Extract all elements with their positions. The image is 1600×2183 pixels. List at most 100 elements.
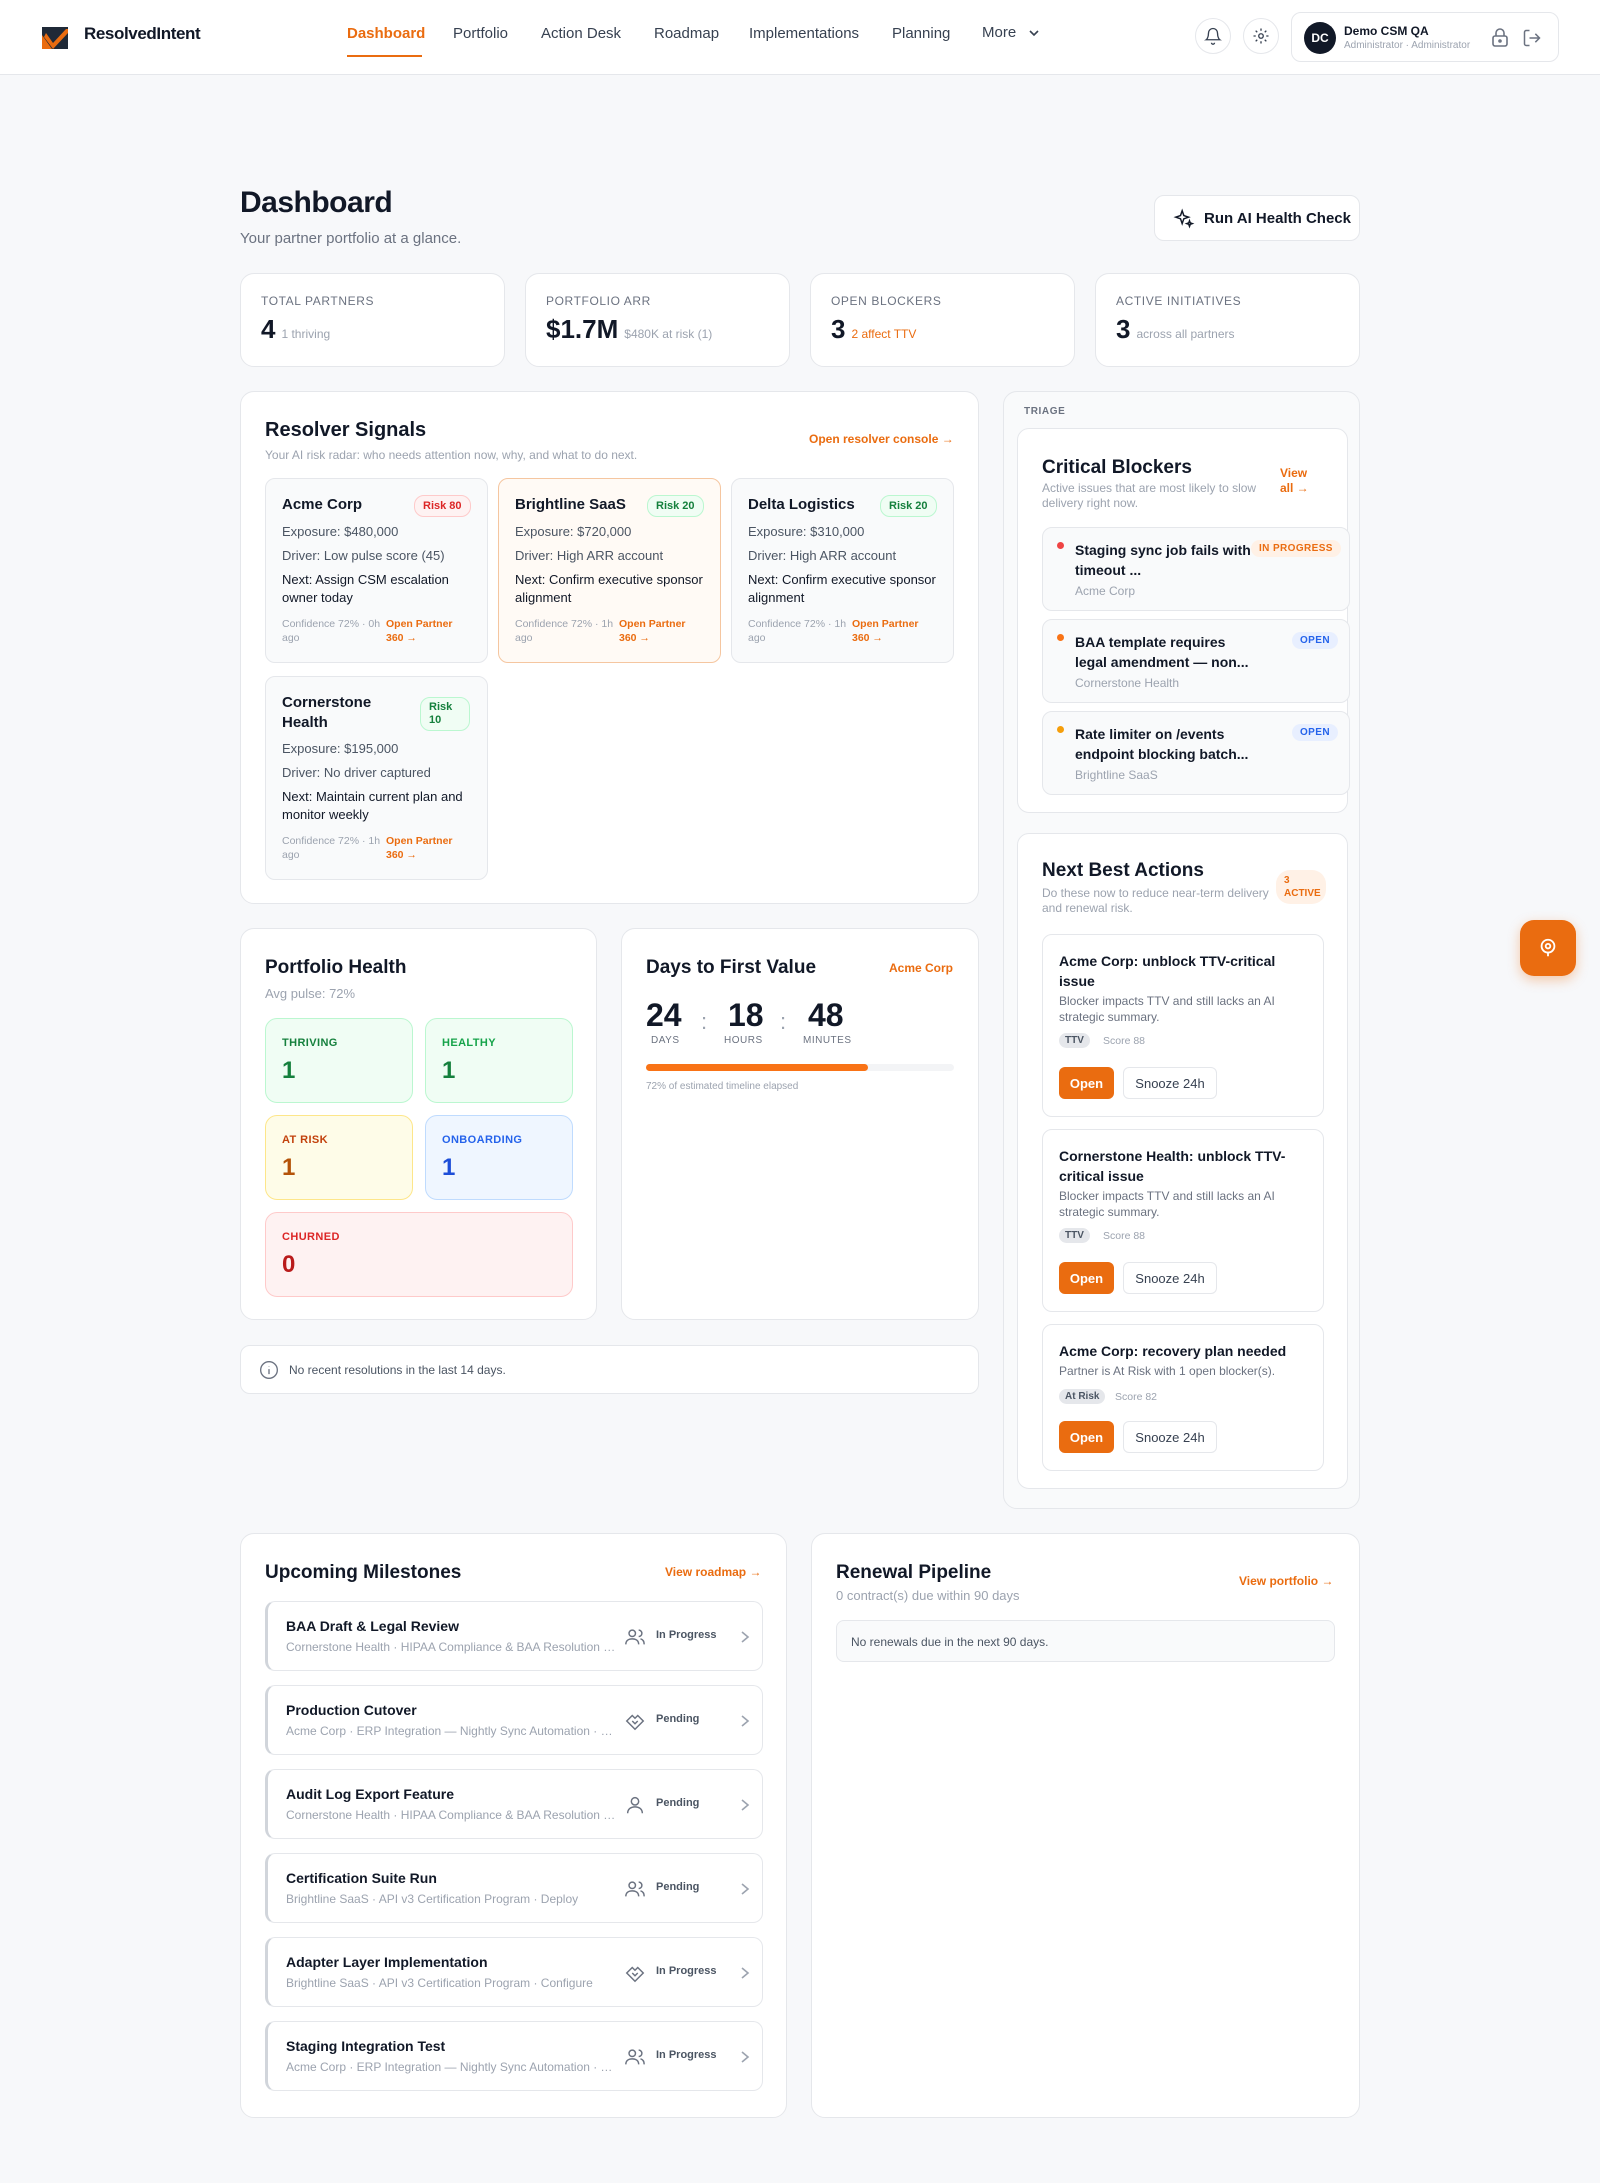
blocker-company: Acme Corp bbox=[1075, 584, 1136, 598]
view-all-blockers-link[interactable]: View all → bbox=[1280, 466, 1320, 496]
bucket-label: AT RISK bbox=[282, 1134, 328, 1146]
gear-icon bbox=[1253, 28, 1269, 44]
view-roadmap-link[interactable]: View roadmap → bbox=[665, 1565, 761, 1579]
milestone-row[interactable]: Adapter Layer Implementation Brightline S… bbox=[265, 1937, 763, 2007]
open-action-button[interactable]: Open bbox=[1059, 1421, 1114, 1453]
view-portfolio-link[interactable]: View portfolio → bbox=[1239, 1574, 1333, 1588]
nav-dashboard[interactable]: Dashboard bbox=[347, 25, 425, 42]
chevron-down-icon bbox=[1029, 30, 1039, 37]
chevron-right-icon[interactable] bbox=[738, 1710, 752, 1732]
ttv-minutes: 48 bbox=[808, 997, 844, 1033]
ttv-partner-link[interactable]: Acme Corp bbox=[889, 961, 953, 975]
milestone-row[interactable]: Production Cutover Acme Corp · ERP Integr… bbox=[265, 1685, 763, 1755]
open-partner-360-link[interactable]: Open Partner 360 → bbox=[619, 617, 695, 645]
signal-card[interactable]: Acme Corp Risk 80 Exposure: $480,000 Dri… bbox=[265, 478, 488, 663]
assistant-fab-button[interactable] bbox=[1520, 920, 1576, 976]
sparkles-icon bbox=[1173, 208, 1195, 229]
partner-name: Delta Logistics bbox=[748, 496, 855, 513]
nav-planning[interactable]: Planning bbox=[892, 25, 950, 42]
nav-roadmap[interactable]: Roadmap bbox=[654, 25, 719, 42]
risk-badge: Risk 80 bbox=[414, 495, 471, 517]
exposure: Exposure: $480,000 bbox=[282, 524, 399, 539]
page-title: Dashboard bbox=[240, 186, 393, 219]
signal-card[interactable]: Brightline SaaS Risk 20 Exposure: $720,0… bbox=[498, 478, 721, 663]
chevron-right-icon[interactable] bbox=[738, 1794, 752, 1816]
brand-name[interactable]: ResolvedIntent bbox=[84, 24, 201, 44]
renewal-pipeline-panel: Renewal Pipeline 0 contract(s) due withi… bbox=[811, 1533, 1360, 2118]
renewals-empty-state: No renewals due in the next 90 days. bbox=[836, 1620, 1335, 1662]
settings-button[interactable] bbox=[1243, 18, 1279, 54]
target-pin-icon bbox=[1540, 938, 1556, 957]
snooze-button[interactable]: Snooze 24h bbox=[1123, 1067, 1217, 1099]
milestone-row[interactable]: Certification Suite Run Brightline SaaS ·… bbox=[265, 1853, 763, 1923]
open-action-button[interactable]: Open bbox=[1059, 1067, 1114, 1099]
blocker-item[interactable]: Staging sync job fails with timeout ... … bbox=[1042, 527, 1350, 611]
time-separator: : bbox=[780, 1009, 787, 1034]
nav-more[interactable]: More bbox=[982, 24, 1040, 41]
status-badge: OPEN bbox=[1292, 632, 1338, 649]
stat-card-portfolio-arr: PORTFOLIO ARR $1.7M $480K at risk (1) bbox=[525, 273, 790, 367]
snooze-button[interactable]: Snooze 24h bbox=[1123, 1421, 1217, 1453]
stat-value: 3 bbox=[1116, 314, 1131, 344]
open-action-button[interactable]: Open bbox=[1059, 1262, 1114, 1294]
health-bucket-thriving[interactable]: THRIVING 1 bbox=[265, 1018, 413, 1103]
ttv-caption: 72% of estimated timeline elapsed bbox=[646, 1081, 799, 1092]
health-bucket-onboarding[interactable]: ONBOARDING 1 bbox=[425, 1115, 573, 1200]
milestone-row[interactable]: Staging Integration Test Acme Corp · ERP … bbox=[265, 2021, 763, 2091]
lock-icon[interactable] bbox=[1491, 28, 1509, 48]
chevron-right-icon[interactable] bbox=[738, 2046, 752, 2068]
notifications-button[interactable] bbox=[1195, 18, 1231, 54]
open-partner-360-link[interactable]: Open Partner 360 → bbox=[852, 617, 928, 645]
health-bucket-healthy[interactable]: HEALTHY 1 bbox=[425, 1018, 573, 1103]
resolver-signals-panel: Resolver Signals Your AI risk radar: who… bbox=[240, 391, 979, 904]
action-score: Score 88 bbox=[1103, 1230, 1146, 1242]
ttv-progress-track bbox=[646, 1064, 954, 1071]
chevron-right-icon[interactable] bbox=[738, 1626, 752, 1648]
blocker-item[interactable]: BAA template requires legal amendment — … bbox=[1042, 619, 1350, 703]
next-best-actions-card: Next Best Actions Do these now to reduce… bbox=[1017, 833, 1348, 1489]
signal-card[interactable]: Cornerstone Health Risk 10 Exposure: $19… bbox=[265, 676, 488, 880]
run-ai-health-check-button[interactable]: Run AI Health Check bbox=[1154, 195, 1360, 241]
nav-action-desk[interactable]: Action Desk bbox=[541, 25, 621, 42]
section-title: Resolver Signals bbox=[265, 419, 427, 441]
signal-card[interactable]: Delta Logistics Risk 20 Exposure: $310,0… bbox=[731, 478, 954, 663]
partner-name: Brightline SaaS bbox=[515, 496, 626, 513]
bucket-value: 1 bbox=[442, 1057, 456, 1084]
milestone-status: In Progress bbox=[656, 2049, 717, 2061]
open-partner-360-link[interactable]: Open Partner 360 → bbox=[386, 834, 462, 862]
renewal-subtitle: 0 contract(s) due within 90 days bbox=[836, 1588, 1020, 1603]
ttv-hours-label: HOURS bbox=[724, 1035, 763, 1046]
bucket-label: HEALTHY bbox=[442, 1037, 496, 1049]
blocker-item[interactable]: Rate limiter on /events endpoint blockin… bbox=[1042, 711, 1350, 795]
confidence: Confidence 72% · 1h ago bbox=[748, 618, 847, 644]
user-menu[interactable]: DC Demo CSM QA Administrator · Administr… bbox=[1291, 12, 1559, 62]
chevron-right-icon[interactable] bbox=[738, 1962, 752, 1984]
stat-value-row: $1.7M $480K at risk (1) bbox=[546, 314, 712, 345]
milestone-status: Pending bbox=[656, 1881, 700, 1893]
ttv-days: 24 bbox=[646, 997, 682, 1033]
exposure: Exposure: $310,000 bbox=[748, 524, 865, 539]
stat-card-total-partners: TOTAL PARTNERS 4 1 thriving bbox=[240, 273, 505, 367]
milestone-subtitle: Cornerstone Health · HIPAA Compliance & … bbox=[286, 1808, 616, 1822]
milestone-subtitle: Brightline SaaS · API v3 Certification P… bbox=[286, 1976, 593, 1990]
critical-blockers-card: Critical Blockers Active issues that are… bbox=[1017, 428, 1350, 813]
nav-implementations[interactable]: Implementations bbox=[749, 25, 859, 42]
health-bucket-at-risk[interactable]: AT RISK 1 bbox=[265, 1115, 413, 1200]
triage-panel: TRIAGE Critical Blockers Active issues t… bbox=[1003, 391, 1360, 1509]
brand-logo-icon[interactable] bbox=[42, 27, 68, 49]
chevron-right-icon[interactable] bbox=[738, 1878, 752, 1900]
next-step: Next: Maintain current plan and monitor … bbox=[282, 789, 463, 822]
avatar: DC bbox=[1304, 22, 1336, 54]
milestone-row[interactable]: Audit Log Export Feature Cornerstone Heal… bbox=[265, 1769, 763, 1839]
portfolio-health-panel: Portfolio Health Avg pulse: 72% THRIVING… bbox=[240, 928, 597, 1320]
action-score: Score 82 bbox=[1115, 1391, 1158, 1403]
open-partner-360-link[interactable]: Open Partner 360 → bbox=[386, 617, 462, 645]
health-bucket-churned[interactable]: CHURNED 0 bbox=[265, 1212, 573, 1297]
nav-portfolio[interactable]: Portfolio bbox=[453, 25, 508, 42]
stat-label: TOTAL PARTNERS bbox=[261, 294, 375, 308]
snooze-button[interactable]: Snooze 24h bbox=[1123, 1262, 1217, 1294]
logout-icon[interactable] bbox=[1522, 28, 1542, 48]
section-title: Portfolio Health bbox=[265, 957, 407, 978]
open-resolver-console-link[interactable]: Open resolver console → bbox=[809, 432, 954, 446]
milestone-row[interactable]: BAA Draft & Legal Review Cornerstone Heal… bbox=[265, 1601, 763, 1671]
